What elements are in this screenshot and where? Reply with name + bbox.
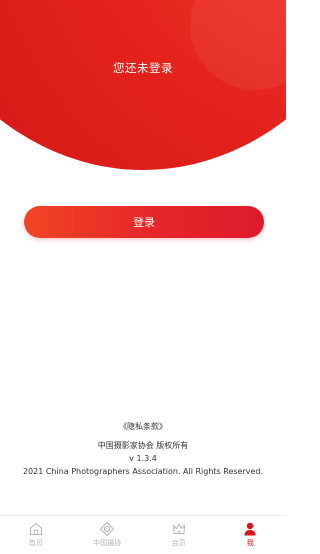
tab-cpa[interactable]: 中国摄协 bbox=[72, 516, 144, 554]
tab-home-label: 首页 bbox=[28, 539, 43, 547]
diamond-icon bbox=[100, 521, 115, 537]
tab-cpa-label: 中国摄协 bbox=[93, 539, 122, 547]
home-icon bbox=[29, 522, 42, 535]
crown-icon bbox=[172, 523, 185, 534]
tab-home[interactable]: 首页 bbox=[0, 516, 72, 554]
bottom-tab-bar: 首页 中国摄协 会员 我 bbox=[0, 515, 286, 554]
version-text: v 1.3.4 bbox=[129, 454, 157, 463]
copyright-en-text: 2021 China Photographers Association. Al… bbox=[22, 467, 264, 476]
not-logged-in-title: 您还未登录 bbox=[113, 61, 173, 75]
login-button[interactable]: 登录 bbox=[24, 206, 264, 238]
privacy-policy-link[interactable]: 《隐私条款》 bbox=[0, 420, 286, 433]
org-copyright-text: 中国摄影家协会 版权所有 bbox=[97, 441, 189, 450]
footer-info: 《隐私条款》 中国摄影家协会 版权所有 v 1.3.4 2021 China P… bbox=[0, 420, 286, 478]
tab-me[interactable]: 我 bbox=[215, 516, 287, 554]
tab-member[interactable]: 会员 bbox=[143, 516, 215, 554]
user-icon bbox=[244, 522, 256, 536]
header-banner: 您还未登录 bbox=[0, 0, 286, 170]
tab-me-label: 我 bbox=[246, 539, 254, 547]
tab-member-label: 会员 bbox=[171, 539, 186, 547]
